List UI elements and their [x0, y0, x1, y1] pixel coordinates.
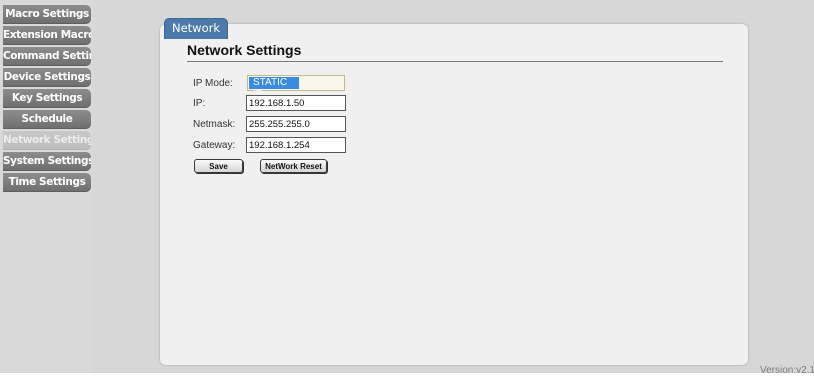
- tab-network[interactable]: Network: [164, 18, 229, 39]
- netmask-field[interactable]: [246, 116, 346, 132]
- sidebar-item-extension-macro[interactable]: Extension Macro: [3, 26, 91, 45]
- ip-mode-label: IP Mode:: [193, 78, 233, 89]
- sidebar-item-schedule[interactable]: Schedule: [3, 110, 91, 129]
- gateway-label: Gateway:: [193, 140, 236, 151]
- sidebar: Macro Settings Extension Macro Command S…: [0, 0, 93, 373]
- main-area: Network Network Settings IP Mode: STATIC…: [93, 0, 814, 376]
- save-button[interactable]: Save: [194, 159, 243, 173]
- gateway-field[interactable]: [246, 137, 346, 153]
- network-settings-panel: Network Settings IP Mode: STATIC IP IP: …: [160, 24, 748, 365]
- version-label: Version:v2.13: [760, 365, 814, 376]
- page-title: Network Settings: [187, 42, 302, 58]
- sidebar-item-time-settings[interactable]: Time Settings: [3, 173, 91, 192]
- netmask-label: Netmask:: [193, 119, 236, 130]
- ip-mode-select[interactable]: STATIC IP: [247, 75, 345, 100]
- sidebar-item-key-settings[interactable]: Key Settings: [3, 89, 91, 108]
- sidebar-item-device-settings[interactable]: Device Settings: [3, 68, 91, 87]
- sidebar-item-command-settings[interactable]: Command Settings: [3, 47, 91, 66]
- network-reset-button[interactable]: NetWork Reset: [260, 159, 327, 173]
- ip-label: IP:: [193, 98, 206, 109]
- ip-field[interactable]: [246, 95, 346, 111]
- sidebar-item-system-settings[interactable]: System Settings: [3, 152, 91, 171]
- sidebar-item-network-settings[interactable]: Network Settings: [3, 131, 91, 150]
- ip-mode-selected-option[interactable]: STATIC IP: [249, 77, 299, 100]
- sidebar-item-macro-settings[interactable]: Macro Settings: [3, 5, 91, 24]
- title-divider: [187, 61, 723, 62]
